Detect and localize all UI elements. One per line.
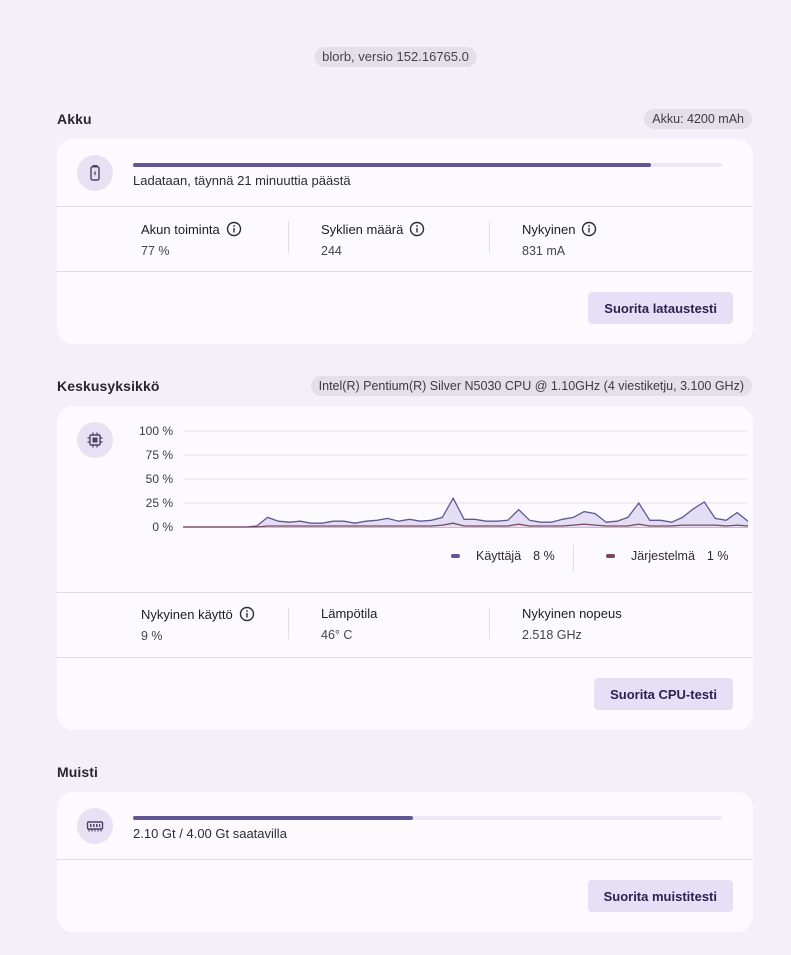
battery-charging-icon xyxy=(90,165,100,181)
cpu-temperature-value: 46° C xyxy=(321,628,353,642)
battery-card: Ladataan, täynnä 21 minuuttia päästä Aku… xyxy=(57,139,753,344)
version-badge: blorb, versio 152.16765.0 xyxy=(314,47,477,67)
battery-current-value: 831 mA xyxy=(522,244,566,258)
cpu-model-badge: Intel(R) Pentium(R) Silver N5030 CPU @ 1… xyxy=(310,376,752,396)
cpu-speed-value: 2.518 GHz xyxy=(522,628,582,642)
legend-user-value: 8 % xyxy=(533,549,555,563)
y-tick-label: 100 % xyxy=(139,424,173,438)
battery-capacity-badge: Akku: 4200 mAh xyxy=(644,109,752,129)
info-icon[interactable] xyxy=(581,221,597,237)
cpu-usage-label: Nykyinen käyttö xyxy=(141,606,233,622)
divider xyxy=(57,271,753,272)
cpu-speed-label: Nykyinen nopeus xyxy=(522,606,622,621)
cpu-section-title: Keskusyksikkö xyxy=(57,378,160,394)
battery-health-label: Akun toiminta xyxy=(141,221,220,237)
cpu-usage-value: 9 % xyxy=(141,629,163,643)
divider xyxy=(489,607,490,639)
battery-current-stat: Nykyinen 831 mA xyxy=(522,221,597,258)
legend-system-label: Järjestelmä xyxy=(631,549,695,563)
memory-usage-fill xyxy=(133,816,413,820)
legend-user-label: Käyttäjä xyxy=(476,549,522,563)
y-tick-label: 25 % xyxy=(146,496,174,510)
divider xyxy=(288,607,289,639)
legend-user-swatch xyxy=(451,554,460,558)
cpu-speed-stat: Nykyinen nopeus 2.518 GHz xyxy=(522,606,622,642)
y-tick-label: 0 % xyxy=(152,520,173,534)
divider xyxy=(57,592,753,593)
cycle-count-value: 244 xyxy=(321,244,342,258)
legend-system-value: 1 % xyxy=(706,549,729,563)
battery-charge-fill xyxy=(133,163,652,167)
cpu-temperature-label: Lämpötila xyxy=(321,606,378,621)
legend-system: Järjestelmä 1 % xyxy=(606,549,728,563)
battery-charge-bar xyxy=(133,163,722,167)
info-icon[interactable] xyxy=(239,606,255,622)
divider xyxy=(288,221,289,253)
divider xyxy=(57,657,753,658)
divider xyxy=(573,545,574,571)
info-icon[interactable] xyxy=(409,221,425,237)
battery-status-text: Ladataan, täynnä 21 minuuttia päästä xyxy=(133,173,351,188)
battery-icon-container xyxy=(77,155,113,191)
memory-card: 2.10 Gt / 4.00 Gt saatavilla Suorita mui… xyxy=(57,792,753,932)
memory-icon-container xyxy=(77,808,113,844)
memory-section-title: Muisti xyxy=(57,764,99,780)
cycle-count-label: Syklien määrä xyxy=(321,221,404,237)
run-memory-test-button[interactable]: Suorita muistitesti xyxy=(587,880,733,912)
battery-section-title: Akku xyxy=(57,111,92,127)
run-cpu-test-button[interactable]: Suorita CPU-testi xyxy=(594,678,733,710)
cpu-usage-stat: Nykyinen käyttö 9 % xyxy=(141,606,255,643)
cycle-count-stat: Syklien määrä 244 xyxy=(321,221,425,258)
divider xyxy=(489,221,490,253)
legend-system-swatch xyxy=(606,554,615,558)
memory-chip-icon xyxy=(86,821,104,832)
battery-health-value: 77 % xyxy=(141,244,170,258)
cpu-temperature-stat: Lämpötila 46° C xyxy=(321,606,377,642)
cpu-card: 100 % 75 % 50 % 25 % 0 % Käyttäjä 8 % Järjes… xyxy=(57,406,753,730)
run-charge-test-button[interactable]: Suorita lataustesti xyxy=(588,292,733,324)
memory-status-text: 2.10 Gt / 4.00 Gt saatavilla xyxy=(133,826,287,841)
battery-health-stat: Akun toiminta 77 % xyxy=(141,221,242,258)
cpu-usage-chart: 100 % 75 % 50 % 25 % 0 % xyxy=(139,424,749,534)
memory-usage-bar xyxy=(133,816,722,820)
y-tick-label: 75 % xyxy=(146,448,174,462)
divider xyxy=(57,206,753,207)
info-icon[interactable] xyxy=(226,221,242,237)
divider xyxy=(57,859,753,860)
battery-current-label: Nykyinen xyxy=(522,221,576,237)
legend-user: Käyttäjä 8 % xyxy=(451,549,555,563)
y-tick-label: 50 % xyxy=(146,472,174,486)
